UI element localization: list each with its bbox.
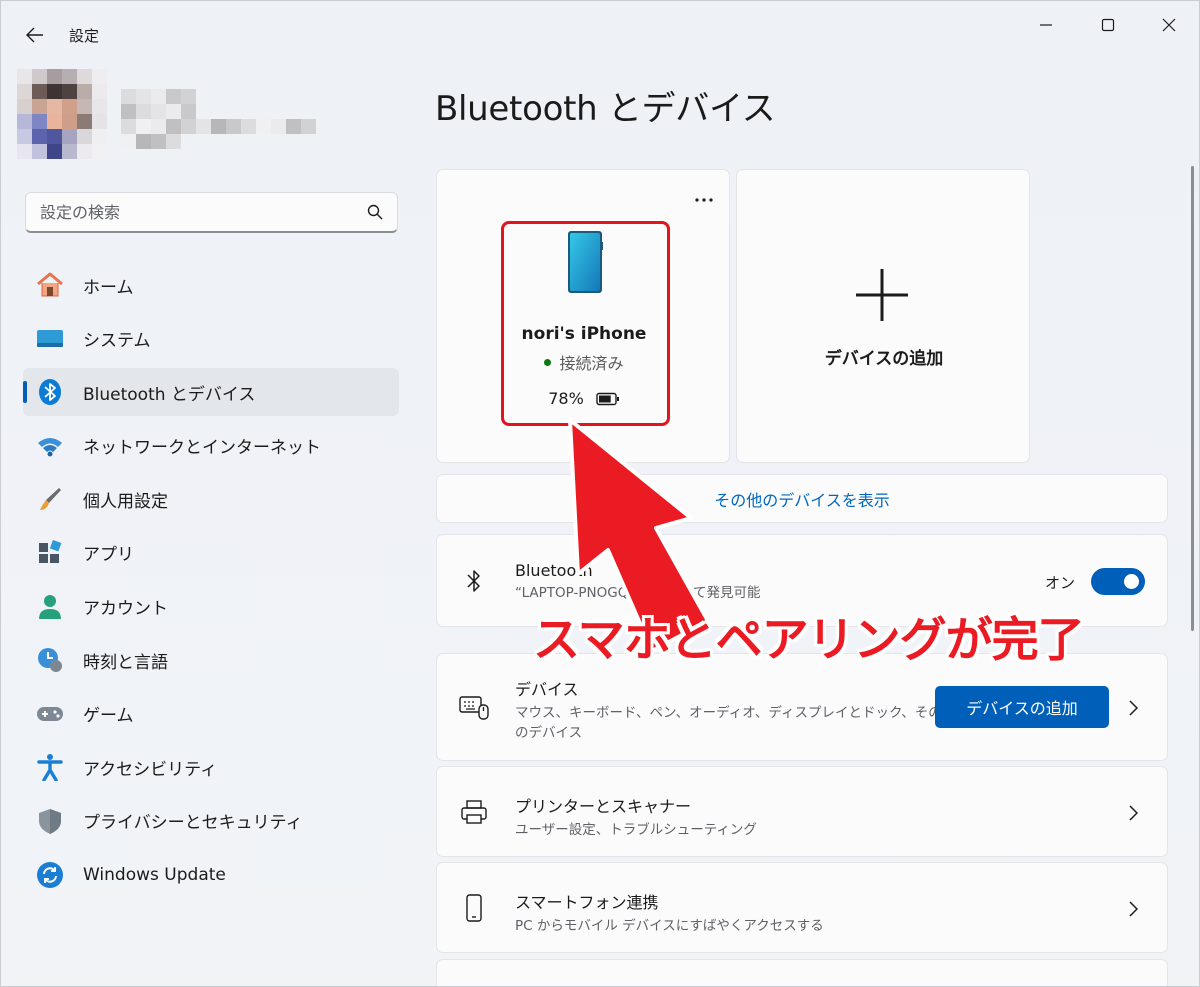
printer-icon [459, 797, 489, 827]
sidebar-item-label: 個人用設定 [83, 491, 168, 512]
sidebar-item-apps[interactable]: アプリ [23, 529, 399, 577]
annotation-text: スマホとペアリングが完了 [533, 613, 1085, 668]
search-box[interactable] [25, 192, 398, 233]
chevron-right-icon[interactable] [1125, 901, 1141, 917]
more-options-button[interactable] [690, 188, 718, 212]
settings-window: 設定 ホーム システム [0, 0, 1200, 987]
brush-icon [35, 484, 65, 514]
sidebar-item-label: アクセシビリティ [83, 759, 218, 780]
sidebar-item-label: システム [83, 331, 151, 352]
sidebar-item-label: アプリ [83, 545, 134, 566]
sidebar-nav: ホーム システム Bluetooth とデバイス ネットワークとインターネット … [23, 261, 399, 904]
sidebar-item-accounts[interactable]: アカウント [23, 583, 399, 631]
back-button[interactable] [21, 21, 49, 49]
system-icon [35, 324, 65, 354]
sidebar-item-privacy[interactable]: プライバシーとセキュリティ [23, 797, 399, 845]
sidebar-item-label: Bluetooth とデバイス [83, 384, 256, 405]
sidebar-item-label: プライバシーとセキュリティ [83, 813, 303, 834]
sidebar-item-network[interactable]: ネットワークとインターネット [23, 422, 399, 470]
sidebar-item-label: Windows Update [83, 864, 226, 885]
chevron-right-icon[interactable] [1125, 805, 1141, 821]
scrollbar[interactable] [1191, 166, 1194, 631]
sidebar-item-label: ホーム [83, 277, 134, 298]
toggle-knob [1124, 574, 1139, 589]
devices-text: デバイス マウス、キーボード、ペン、オーディオ、ディスプレイとドック、その他 のデ… [515, 676, 955, 743]
more-icon [695, 198, 713, 202]
view-more-devices-text: その他のデバイスを表示 [714, 490, 890, 510]
minimize-button[interactable] [1026, 11, 1066, 39]
printers-text: プリンターとスキャナー ユーザー設定、トラブルシューティング [515, 793, 757, 840]
devices-title: デバイス [515, 680, 579, 699]
user-profile[interactable] [17, 69, 317, 161]
minimize-icon [1040, 24, 1052, 26]
search-icon[interactable] [365, 202, 385, 222]
printers-subtitle: ユーザー設定、トラブルシューティング [515, 822, 757, 838]
sidebar-item-label: 時刻と言語 [83, 652, 168, 673]
page-title: Bluetooth とデバイス [435, 89, 776, 129]
printers-scanners-row[interactable]: プリンターとスキャナー ユーザー設定、トラブルシューティング [436, 766, 1168, 857]
printers-title: プリンターとスキャナー [515, 797, 692, 816]
user-name-blurred [121, 89, 316, 149]
sidebar-item-home[interactable]: ホーム [23, 261, 399, 309]
maximize-button[interactable] [1088, 11, 1128, 39]
sidebar-item-bluetooth[interactable]: Bluetooth とデバイス [23, 368, 399, 417]
search-input[interactable] [40, 202, 365, 222]
phone-link-subtitle: PC からモバイル デバイスにすばやくアクセスする [515, 918, 824, 934]
sidebar-item-label: ネットワークとインターネット [83, 438, 321, 459]
sidebar-item-gaming[interactable]: ゲーム [23, 690, 399, 738]
accessibility-icon [35, 752, 65, 782]
bluetooth-icon [459, 566, 489, 596]
close-button[interactable] [1149, 11, 1189, 39]
phone-link-row[interactable]: スマートフォン連携 PC からモバイル デバイスにすばやくアクセスする [436, 862, 1168, 953]
sidebar-item-windows-update[interactable]: Windows Update [23, 851, 399, 899]
keyboard-mouse-icon [459, 692, 489, 722]
plus-icon [856, 269, 908, 321]
update-icon [35, 860, 65, 890]
next-settings-row[interactable] [436, 959, 1168, 986]
phone-link-text: スマートフォン連携 PC からモバイル デバイスにすばやくアクセスする [515, 889, 824, 936]
sidebar-item-label: ゲーム [83, 706, 134, 727]
sidebar-item-label: アカウント [83, 599, 168, 620]
avatar [17, 69, 107, 159]
toggle-state-label: オン [1044, 574, 1075, 592]
smartphone-icon [459, 893, 489, 923]
chevron-right-icon[interactable] [1125, 700, 1141, 716]
add-device-card[interactable]: デバイスの追加 [736, 169, 1030, 463]
wifi-icon [35, 431, 65, 461]
bluetooth-icon [35, 377, 65, 407]
view-more-devices-link[interactable]: その他のデバイスを表示 [436, 474, 1168, 523]
app-title: 設定 [69, 27, 100, 45]
add-device-label: デバイスの追加 [824, 349, 944, 369]
title-bar: 設定 [1, 1, 1199, 67]
devices-subtitle: マウス、キーボード、ペン、オーディオ、ディスプレイとドック、その他 のデバイス [515, 705, 956, 741]
sidebar-item-personalization[interactable]: 個人用設定 [23, 475, 399, 523]
home-icon [35, 270, 65, 300]
highlight-box [501, 221, 670, 426]
gamepad-icon [35, 699, 65, 729]
sidebar-item-system[interactable]: システム [23, 315, 399, 363]
back-arrow-icon [26, 27, 43, 43]
apps-icon [35, 538, 65, 568]
sidebar-item-time-language[interactable]: 時刻と言語 [23, 636, 399, 684]
phone-link-title: スマートフォン連携 [515, 893, 659, 912]
add-device-button[interactable]: デバイスの追加 [935, 686, 1109, 728]
shield-icon [35, 806, 65, 836]
time-language-icon [35, 645, 65, 675]
close-icon [1162, 18, 1176, 32]
bluetooth-toggle[interactable] [1091, 568, 1145, 595]
maximize-icon [1101, 18, 1115, 32]
sidebar-item-accessibility[interactable]: アクセシビリティ [23, 743, 399, 791]
account-icon [35, 592, 65, 622]
